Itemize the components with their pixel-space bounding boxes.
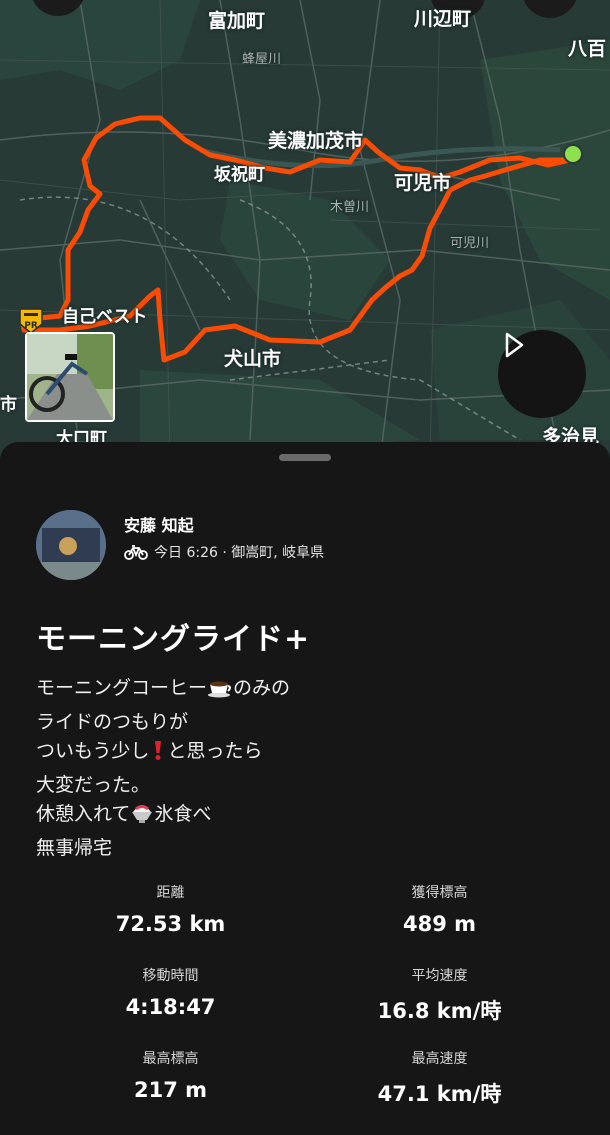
stat-max-speed: 最高速度 47.1 km/時 [287,1048,592,1108]
map-label-inuyama: 犬山市 [224,348,282,370]
stat-label: 距離 [156,885,185,901]
stat-label: 移動時間 [142,968,199,984]
bike-photo-image [27,334,113,420]
desc-line4: 大変だった。 [36,773,151,796]
stat-value: 72.53 km [115,912,226,936]
stat-value: 489 m [402,912,477,936]
stat-max-elevation: 最高標高 217 m [18,1048,323,1102]
desc-line5-a: 休憩入れて [36,803,131,825]
pr-badge-text: PR [24,321,38,331]
shaved-ice-icon [130,802,154,834]
bicycle-icon [124,545,148,560]
desc-line2: ライドのつもりが [36,710,189,733]
desc-line6: 無事帰宅 [36,836,113,859]
map-label-kani: 可児市 [394,172,452,194]
play-icon [505,332,524,358]
desc-line3-a: ついもう少し [36,740,150,762]
exclamation-icon [149,739,167,771]
stat-moving-time: 移動時間 4:18:47 [18,965,323,1019]
map-label-hachiya-river: 蜂屋川 [242,52,282,67]
activity-description: モーニングコーヒー のみの ライドのつもりが ついもう少し と思ったら 大変だった。… [36,674,290,863]
map-label-left-city: 市 [0,395,17,415]
avatar-image [36,510,106,580]
flyover-play-button[interactable] [498,330,586,418]
stat-value: 16.8 km/時 [377,999,502,1023]
sheet-drag-handle[interactable] [279,454,331,461]
stat-distance: 距離 72.53 km [18,882,323,936]
map-label-kawabe: 川辺町 [414,8,472,30]
activity-photo-thumbnail[interactable] [25,332,115,422]
stat-value: 217 m [133,1078,208,1102]
map-label-minokamo: 美濃加茂市 [268,130,364,152]
activity-meta: 今日 6:26 · 御嵩町, 岐阜県 [124,542,324,562]
desc-line5-b: 氷食べ [154,803,212,825]
avatar[interactable] [36,510,106,580]
stat-label: 最高標高 [142,1051,199,1067]
stat-label: 平均速度 [411,968,468,984]
desc-line1-a: モーニングコーヒー [36,677,208,699]
stat-label: 獲得標高 [411,885,468,901]
athlete-name[interactable]: 安藤 知起 [124,512,194,536]
stat-avg-speed: 平均速度 16.8 km/時 [287,965,592,1025]
activity-title: モーニングライド+ [36,622,311,657]
map-label-sakahogi: 坂祝町 [214,165,265,185]
coffee-icon [207,676,233,708]
activity-time-location: 今日 6:26 · 御嵩町, 岐阜県 [154,545,325,561]
stat-value: 47.1 km/時 [377,1082,502,1106]
stat-elevation-gain: 獲得標高 489 m [287,882,592,936]
desc-line3-b: と思ったら [167,740,263,762]
map-label-kiso-river: 木曽川 [330,200,370,215]
activity-detail-sheet[interactable]: 安藤 知起 今日 6:26 · 御嵩町, 岐阜県 モーニングライド+ モーニング… [0,442,610,1135]
map-label-tomikacho: 富加町 [208,10,266,32]
stat-label: 最高速度 [411,1051,468,1067]
desc-line1-b: のみの [233,677,291,699]
map-label-kani-river: 可児川 [450,236,490,251]
route-map[interactable]: 富加町 川辺町 八百 蜂屋川 美濃加茂市 坂祝町 可児市 木曽川 可児川 犬山市… [0,0,610,460]
map-label-hachiman: 八百 [568,38,607,60]
stat-value: 4:18:47 [125,995,216,1019]
pr-segment-label: 自己ベスト [62,307,148,327]
